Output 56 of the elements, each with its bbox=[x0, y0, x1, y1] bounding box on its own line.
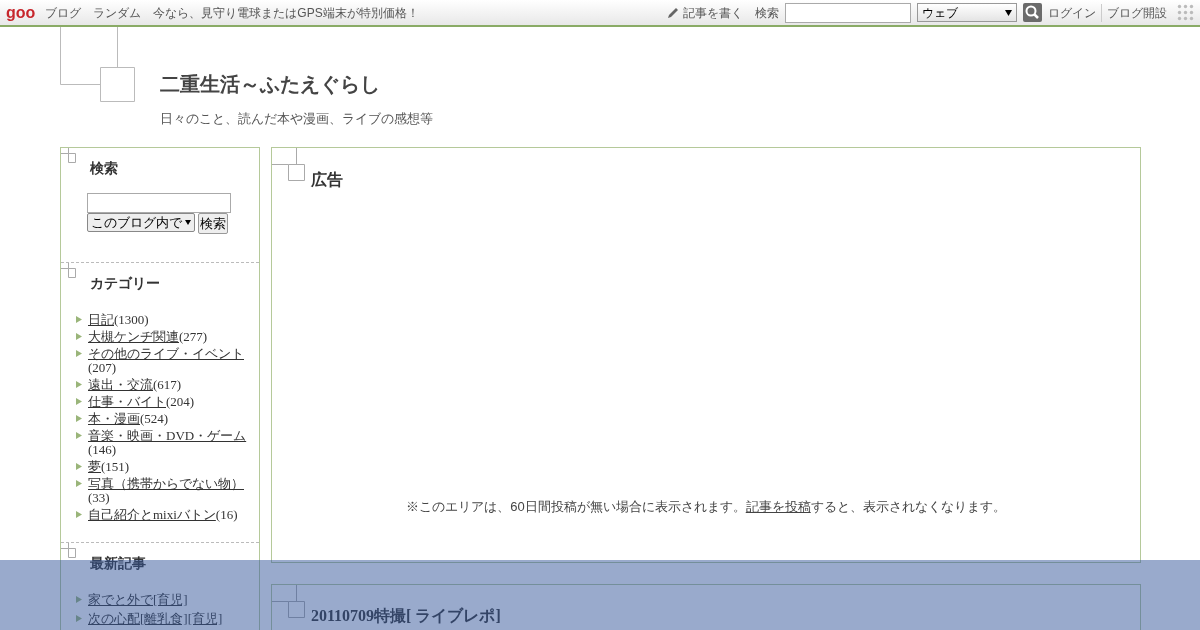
section-corner-icon bbox=[272, 148, 305, 181]
section-title: 検索 bbox=[90, 160, 118, 176]
bullet-icon bbox=[76, 415, 82, 422]
bullet-icon bbox=[76, 480, 82, 487]
category-link[interactable]: 日記(1300) bbox=[88, 313, 149, 327]
category-link[interactable]: 写真（携帯からでない物） (33) bbox=[88, 477, 255, 505]
dropdown-arrow-icon bbox=[1005, 9, 1012, 16]
login-link[interactable]: ログイン bbox=[1048, 3, 1102, 22]
bullet-icon bbox=[76, 316, 82, 323]
bullet-icon bbox=[76, 381, 82, 388]
bullet-icon bbox=[76, 511, 82, 518]
section-corner-icon bbox=[61, 543, 77, 559]
blog-search-field[interactable] bbox=[87, 193, 231, 213]
section-corner-icon bbox=[272, 585, 305, 618]
section-title: 広告 bbox=[311, 171, 343, 188]
nav-link[interactable]: ランダム bbox=[93, 3, 142, 22]
apps-grid-icon[interactable] bbox=[1177, 4, 1194, 21]
signup-link[interactable]: ブログ開設 bbox=[1102, 3, 1167, 22]
category-link[interactable]: 遠出・交流(617) bbox=[88, 378, 182, 392]
search-scope-select[interactable]: このブログ内で bbox=[87, 213, 195, 232]
search-label: 検索 bbox=[755, 4, 779, 22]
bullet-icon bbox=[76, 350, 82, 357]
article-title[interactable]: 20110709特撮[ ライブレポ] bbox=[311, 607, 501, 624]
bullet-icon bbox=[76, 615, 82, 622]
category-link[interactable]: 仕事・バイト(204) bbox=[88, 395, 195, 409]
bullet-icon bbox=[76, 398, 82, 405]
category-link[interactable]: 自己紹介とmixiバトン(16) bbox=[88, 508, 238, 522]
category-link[interactable]: 夢(151) bbox=[88, 460, 130, 474]
post-article-link[interactable]: 記事を投稿 bbox=[745, 499, 811, 514]
section-corner-icon bbox=[61, 148, 77, 164]
bullet-icon bbox=[76, 596, 82, 603]
recent-post-link[interactable]: 家でと外で[育児] bbox=[88, 593, 188, 607]
category-link[interactable]: 音楽・映画・DVD・ゲーム (146) bbox=[88, 429, 255, 457]
category-link[interactable]: その他のライブ・イベント (207) bbox=[88, 347, 255, 375]
search-icon[interactable] bbox=[1023, 3, 1042, 22]
category-link[interactable]: 大槻ケンヂ関連(277) bbox=[88, 330, 208, 344]
bullet-icon bbox=[76, 463, 82, 470]
section-title: カテゴリー bbox=[90, 275, 160, 291]
blog-title[interactable]: 二重生活～ふたえぐらし bbox=[160, 69, 1200, 99]
search-field[interactable] bbox=[785, 2, 911, 23]
nav-link[interactable]: ブログ bbox=[45, 3, 82, 22]
recent-post-link[interactable]: 次の心配[離乳食][育児] bbox=[88, 612, 223, 626]
search-scope-select[interactable]: ウェブ bbox=[917, 3, 1017, 22]
write-link[interactable]: 記事を書く bbox=[683, 3, 743, 22]
dropdown-arrow-icon bbox=[185, 220, 191, 225]
goo-logo[interactable]: goo bbox=[6, 4, 36, 21]
blog-description: 日々のこと、読んだ本や漫画、ライブの感想等 bbox=[160, 110, 434, 128]
ad-notice: ※このエリアは、60日間投稿が無い場合に表示されます。記事を投稿すると、表示されなくなります。 bbox=[405, 498, 1007, 516]
section-title: 最新記事 bbox=[90, 555, 146, 571]
bullet-icon bbox=[76, 333, 82, 340]
category-link[interactable]: 本・漫画(524) bbox=[88, 412, 169, 426]
bullet-icon bbox=[76, 432, 82, 439]
section-corner-icon bbox=[61, 263, 77, 279]
promo-link[interactable]: 今なら、見守り電球またはGPS端末が特別価格！ bbox=[153, 3, 419, 22]
search-button[interactable]: 検索 bbox=[198, 213, 228, 234]
pencil-icon bbox=[666, 5, 680, 20]
